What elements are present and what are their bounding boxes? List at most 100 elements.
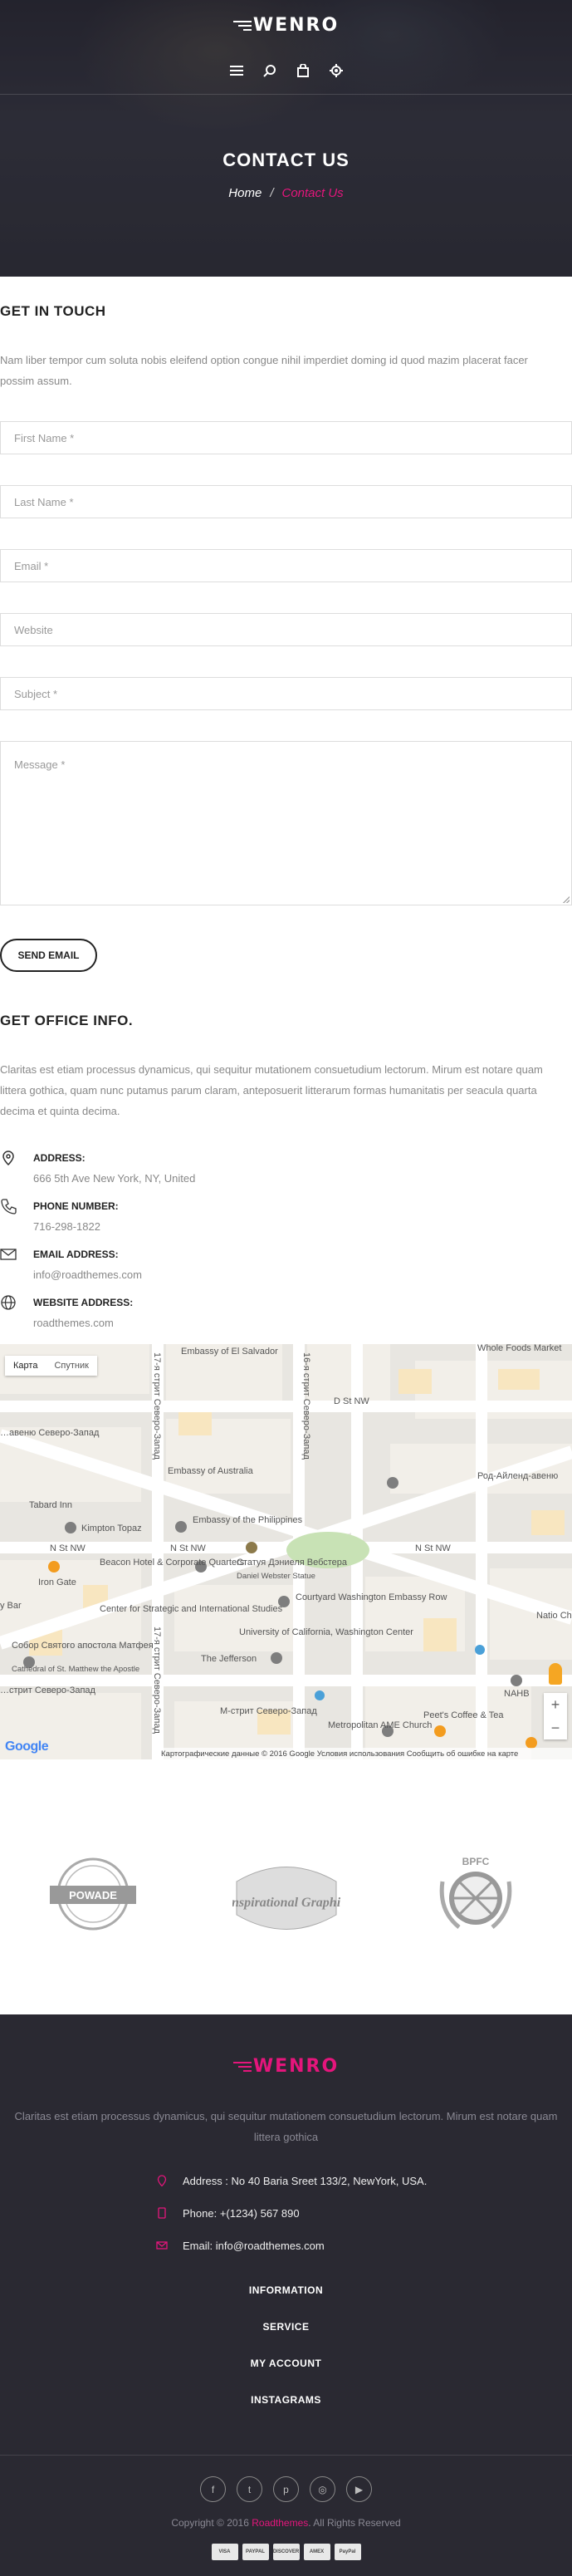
page-title: CONTACT US xyxy=(222,150,350,170)
client-logos: POWADE Inspirational Graphic BPFC xyxy=(0,1761,572,2014)
map-label-nahb: NAHB xyxy=(504,1689,530,1699)
footer-menu-information[interactable]: INFORMATION xyxy=(0,2284,572,2296)
envelope-icon xyxy=(156,2240,168,2251)
map-label-el-salvador: Embassy of El Salvador xyxy=(181,1347,278,1357)
pinterest-icon[interactable]: p xyxy=(273,2476,299,2502)
map-label-national-christian: Natio Christian xyxy=(536,1611,572,1621)
payment-methods: VISA PAYPAL DISCOVER AMEX PayPal xyxy=(0,2544,572,2560)
first-name-field[interactable] xyxy=(0,421,572,454)
get-in-touch-intro: Nam liber tempor cum soluta nobis eleife… xyxy=(0,354,528,387)
last-name-field[interactable] xyxy=(0,485,572,518)
footer-menu-instagrams[interactable]: INSTAGRAMS xyxy=(0,2394,572,2406)
visa-icon: VISA xyxy=(211,2544,238,2560)
map-canvas[interactable]: Embassy of El Salvador Whole Foods Marke… xyxy=(0,1344,572,1759)
map-label-d-st: D St NW xyxy=(334,1396,369,1406)
paypal-card-icon: PAYPAL xyxy=(242,2544,269,2560)
amex-icon: AMEX xyxy=(303,2544,330,2560)
copyright-brand-link[interactable]: Roadthemes xyxy=(252,2517,308,2529)
breadcrumb-home[interactable]: Home xyxy=(228,186,262,200)
street-view-pegman-icon[interactable] xyxy=(549,1663,562,1685)
envelope-icon xyxy=(0,1246,17,1263)
map-tab-satellite[interactable]: Спутник xyxy=(46,1356,96,1376)
office-info-heading: GET OFFICE INFO. xyxy=(0,1013,134,1028)
subject-field[interactable] xyxy=(0,677,572,710)
map-label-m-st-left: …стрит Северо-Запад xyxy=(0,1685,96,1695)
website-label: WEBSITE ADDRESS: xyxy=(33,1297,134,1308)
youtube-icon[interactable]: ▶ xyxy=(346,2476,372,2502)
map-label-m-st-mid: М-стрит Северо-Запад xyxy=(220,1706,317,1716)
dribbble-icon[interactable]: ◎ xyxy=(310,2476,335,2502)
phone-icon xyxy=(0,1198,17,1214)
map-label-n-st-left: N St NW xyxy=(50,1543,86,1553)
phone-value: 716-298-1822 xyxy=(33,1220,100,1233)
resize-handle[interactable] xyxy=(563,896,570,903)
hero-banner: WENRO CONTACT US Home / Contact Us xyxy=(0,0,572,277)
bag-icon[interactable] xyxy=(296,63,310,78)
hero-divider xyxy=(0,94,572,95)
footer-logo[interactable]: WENRO xyxy=(0,2056,572,2077)
get-in-touch-heading: GET IN TOUCH xyxy=(0,303,106,319)
map-label-whole-foods: Whole Foods Market xyxy=(477,1344,561,1353)
map-label-st-matthew: Собор Святого апостола Матфея xyxy=(12,1641,154,1651)
breadcrumb: Home / Contact Us xyxy=(0,186,572,200)
website-field[interactable] xyxy=(0,613,572,646)
map-label-17th-b: 17-я стрит Северо-Запад xyxy=(152,1627,162,1734)
map-label-univ-california: University of California, Washington Cen… xyxy=(239,1627,413,1637)
phone-icon xyxy=(156,2207,168,2219)
site-logo[interactable]: WENRO xyxy=(0,15,572,36)
client-name-bpfc: BPFC xyxy=(462,1856,490,1867)
zoom-out-button[interactable]: − xyxy=(544,1716,567,1739)
site-footer: WENRO Claritas est etiam processus dynam… xyxy=(0,2014,572,2576)
map-label-webster: Статуя Дэниеля Вебстера xyxy=(237,1558,348,1568)
footer-menu-my-account[interactable]: MY ACCOUNT xyxy=(0,2358,572,2369)
copyright: Copyright © 2016 Roadthemes. All Rights … xyxy=(171,2517,401,2529)
email-field[interactable] xyxy=(0,549,572,582)
map-zoom-control: + − xyxy=(544,1693,567,1739)
twitter-icon[interactable]: t xyxy=(237,2476,262,2502)
footer-divider xyxy=(0,2455,572,2456)
office-info-intro: Claritas est etiam processus dynamicus, … xyxy=(0,1063,543,1117)
map-label-csis: Center for Strategic and International S… xyxy=(100,1604,283,1614)
map-label-australia: Embassy of Australia xyxy=(168,1466,254,1476)
google-logo[interactable]: Google xyxy=(5,1739,49,1754)
map-label-peets: Peet's Coffee & Tea xyxy=(423,1710,504,1720)
website-value[interactable]: roadthemes.com xyxy=(33,1317,114,1329)
discover-icon: DISCOVER xyxy=(272,2544,300,2560)
message-wrapper xyxy=(0,741,572,905)
map-type-tabs: Карта Спутник xyxy=(5,1356,97,1376)
map-tab-map[interactable]: Карта xyxy=(5,1356,46,1376)
map-label-bar: y Bar xyxy=(0,1601,22,1611)
email-label: EMAIL ADDRESS: xyxy=(33,1249,119,1260)
map-label-16th: 16-я стрит Северо-Запад xyxy=(301,1352,311,1460)
location-pin-icon xyxy=(0,1150,17,1166)
globe-icon xyxy=(0,1294,17,1311)
breadcrumb-separator: / xyxy=(270,186,274,200)
facebook-icon[interactable]: f xyxy=(200,2476,226,2502)
footer-menu-service[interactable]: SERVICE xyxy=(0,2321,572,2333)
client-name-powade: POWADE xyxy=(69,1889,117,1901)
social-links: f t p ◎ ▶ xyxy=(0,2476,572,2502)
breadcrumb-current: Contact Us xyxy=(281,186,344,200)
map-attribution[interactable]: Картографические данные © 2016 Google Ус… xyxy=(158,1748,572,1759)
map-label-philippines: Embassy of the Philippines xyxy=(193,1515,303,1525)
client-name-graphic: Inspirational Graphic xyxy=(232,1896,340,1910)
map-label-n-st-mid: N St NW xyxy=(170,1543,206,1553)
message-field[interactable] xyxy=(0,741,572,905)
client-logo-bpfc[interactable]: BPFC xyxy=(422,1848,530,1940)
location-pin-icon xyxy=(156,2175,168,2187)
send-email-button[interactable]: SEND EMAIL xyxy=(0,939,97,972)
map-label-kimpton: Kimpton Topaz xyxy=(81,1524,142,1533)
zoom-in-button[interactable]: + xyxy=(544,1693,567,1716)
map-label-jefferson: The Jefferson xyxy=(201,1654,257,1664)
paypal-icon: PayPal xyxy=(334,2544,361,2560)
client-logo-powade[interactable]: POWADE xyxy=(43,1848,151,1940)
menu-icon[interactable] xyxy=(229,63,244,78)
client-logo-graphic[interactable]: Inspirational Graphic xyxy=(226,1848,346,1940)
gear-icon[interactable] xyxy=(329,63,344,78)
google-map[interactable]: Embassy of El Salvador Whole Foods Marke… xyxy=(0,1344,572,1759)
address-label: ADDRESS: xyxy=(33,1152,86,1164)
search-icon[interactable] xyxy=(262,63,277,78)
header-icons xyxy=(0,63,572,78)
email-value[interactable]: info@roadthemes.com xyxy=(33,1268,142,1281)
address-value: 666 5th Ave New York, NY, United xyxy=(33,1172,196,1185)
